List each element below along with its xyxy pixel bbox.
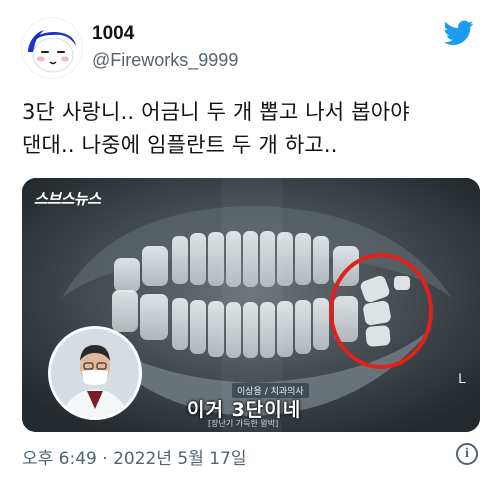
tweet-text: 3단 사랑니.. 어금니 두 개 뽑고 나서 봅아야 댄대.. 나중에 임플란트… [22, 96, 482, 162]
tweet-text-line-2: 댄대.. 나중에 임플란트 두 개 하고.. [22, 133, 338, 157]
cartoon-face-icon [22, 18, 82, 78]
tweet-timestamp[interactable]: 오후 6:49 · 2022년 5월 17일 [22, 444, 247, 469]
xray-side-marker: L [458, 370, 466, 386]
twitter-bird-icon[interactable] [443, 20, 474, 46]
doctor-inset-image [48, 326, 142, 420]
info-icon[interactable]: i [456, 443, 478, 465]
image-credit: [장난기 가득한 왕박] [208, 419, 279, 428]
channel-logo: 스브스뉴스 [34, 191, 101, 208]
tweet-media[interactable]: 스브스뉴스 이상용 / 치과의사 이거 3단이네 [장난기 가득한 왕박] L [22, 178, 480, 432]
tweet-text-line-1: 3단 사랑니.. 어금니 두 개 뽑고 나서 봅아야 [22, 100, 410, 124]
display-name[interactable]: 1004 [92, 23, 134, 45]
avatar[interactable] [22, 18, 82, 78]
tweet-card: 1004 @Fireworks_9999 3단 사랑니.. 어금니 두 개 뽑고… [0, 0, 500, 477]
user-handle[interactable]: @Fireworks_9999 [92, 50, 238, 71]
